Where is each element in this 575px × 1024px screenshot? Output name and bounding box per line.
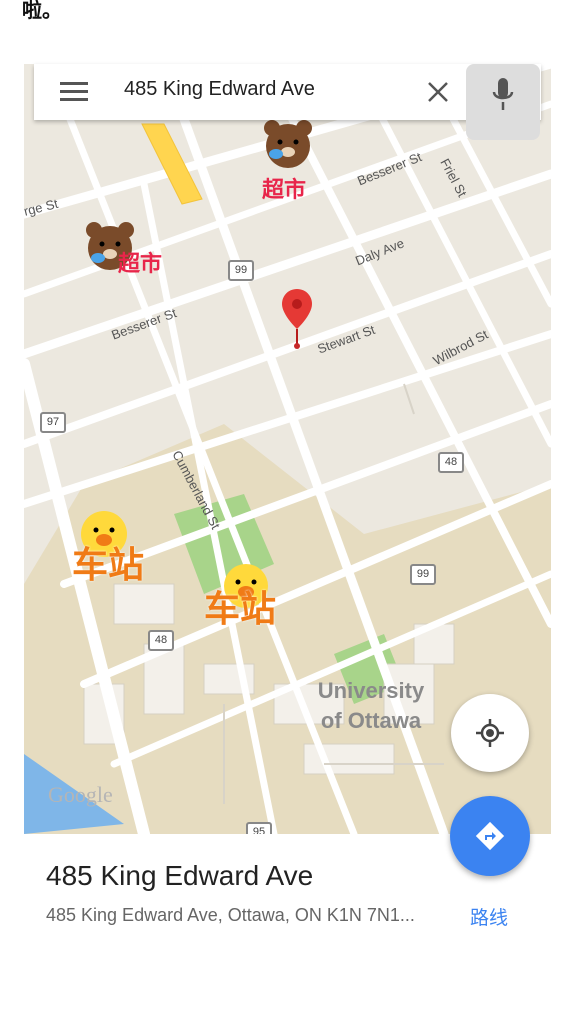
poi-supermarket[interactable]: 超市	[262, 172, 306, 204]
search-input[interactable]: 485 King Edward Ave	[124, 78, 315, 101]
route-link[interactable]: 路线	[470, 903, 508, 930]
poi-supermarket[interactable]: 超市	[118, 246, 162, 278]
place-address: 485 King Edward Ave, Ottawa, ON K1N 7N1.…	[46, 905, 415, 925]
route-shield: 99	[228, 260, 254, 281]
directions-icon	[475, 821, 505, 851]
place-title: 485 King Edward Ave	[46, 860, 314, 891]
campus-label: University of Ottawa	[317, 678, 425, 733]
mic-icon	[492, 78, 514, 110]
route-shield: 48	[148, 630, 174, 651]
top-caption: 啦。	[22, 0, 62, 22]
poi-station[interactable]: 车站	[204, 580, 276, 632]
search-bar[interactable]: 485 King Edward Ave	[34, 64, 541, 120]
voice-search-button[interactable]	[466, 64, 540, 140]
bear-sticker-icon	[264, 120, 312, 168]
close-icon[interactable]	[424, 78, 452, 106]
directions-button[interactable]	[450, 796, 530, 876]
map-pin-icon[interactable]	[282, 289, 312, 351]
my-location-button[interactable]	[451, 694, 529, 772]
poi-station[interactable]: 车站	[72, 536, 144, 588]
my-location-icon	[476, 719, 504, 747]
route-shield: 95	[246, 822, 272, 834]
route-shield: 97	[40, 412, 66, 433]
menu-icon[interactable]	[60, 80, 88, 104]
route-shield: 48	[438, 452, 464, 473]
route-shield: 99	[410, 564, 436, 585]
google-watermark: Google	[48, 782, 113, 807]
